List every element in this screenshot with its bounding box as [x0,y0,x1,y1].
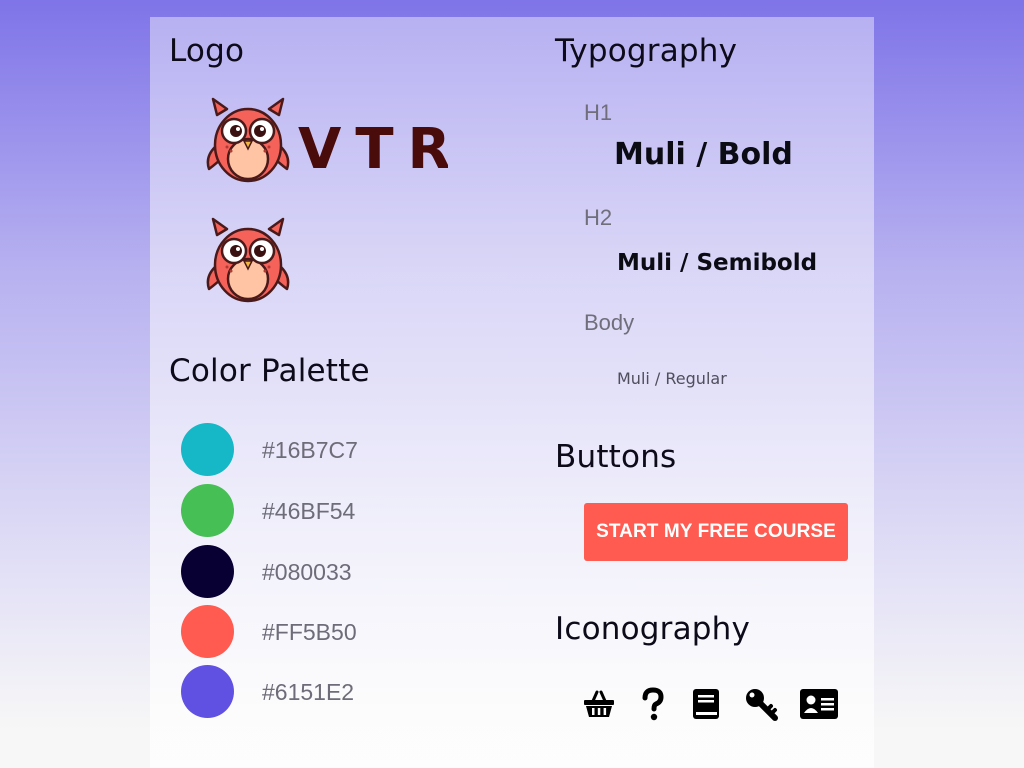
swatch-label-purple: #6151E2 [262,679,355,705]
swatch-purple [181,665,234,718]
swatch-green [181,484,234,537]
iconography-heading: Iconography [555,611,751,647]
color-palette-heading: Color Palette [169,353,370,389]
question-icon [642,687,664,721]
swatch-navy [181,545,234,598]
typography-heading: Typography [555,33,738,69]
h2-label: H2 [584,205,613,230]
swatch-label-green: #46BF54 [262,498,356,524]
swatch-label-coral: #FF5B50 [262,619,357,645]
swatch-teal [181,423,234,476]
basket-icon [584,690,614,717]
swatch-label-navy: #080033 [262,559,352,585]
body-label: Body [584,310,635,335]
owl-logo-icon [206,97,290,183]
body-sample: Muli / Regular [617,369,727,388]
logo-heading: Logo [169,33,245,69]
buttons-heading: Buttons [555,439,677,475]
h1-label: H1 [584,100,613,125]
svg-text:VTR: VTR [298,118,448,174]
h1-sample: Muli / Bold [614,137,793,172]
swatch-coral [181,605,234,658]
id-card-icon [800,689,838,719]
wordmark-logo: VTR [298,118,448,174]
start-free-course-button[interactable]: START MY FREE COURSE [584,503,848,561]
swatch-label-teal: #16B7C7 [262,437,358,463]
book-icon [693,689,719,719]
key-icon [746,689,778,721]
h2-sample: Muli / Semibold [617,250,818,276]
owl-icon-logo [206,217,290,303]
